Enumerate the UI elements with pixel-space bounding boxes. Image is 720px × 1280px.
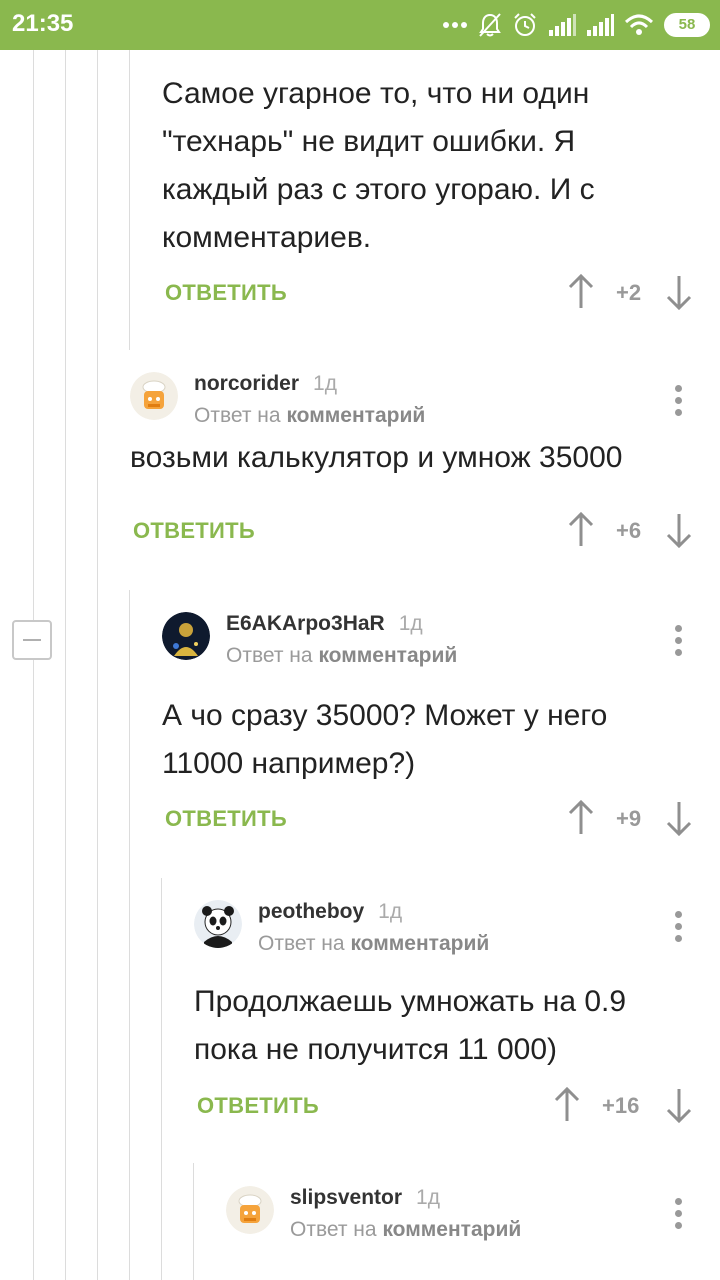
more-options-icon[interactable]: [673, 1198, 683, 1232]
reply-to-prefix: Ответ на: [290, 1218, 377, 1241]
comment-meta: norcorider 1д Ответ на комментарий: [194, 372, 425, 428]
comment-age: 1д: [313, 372, 337, 395]
reply-to-link[interactable]: комментарий: [286, 404, 425, 427]
reply-to-line: Ответ на комментарий: [226, 644, 457, 668]
reply-to-prefix: Ответ на: [194, 404, 281, 427]
author-name[interactable]: slipsventor: [290, 1186, 402, 1209]
comment-age: 1д: [416, 1186, 440, 1209]
collapse-thread-button[interactable]: [12, 620, 52, 660]
upvote-arrow-icon[interactable]: [566, 274, 596, 310]
downvote-arrow-icon[interactable]: [664, 800, 694, 836]
wifi-icon: [624, 14, 654, 35]
reply-to-line: Ответ на комментарий: [290, 1218, 521, 1242]
comment-header: peotheboy 1д Ответ на комментарий: [194, 900, 489, 956]
comment-text: возьми калькулятор и умнож 35000: [130, 441, 623, 474]
reply-to-link[interactable]: комментарий: [318, 644, 457, 667]
thread-line: [193, 1163, 194, 1280]
comment-meta: peotheboy 1д Ответ на комментарий: [258, 900, 489, 956]
author-name[interactable]: peotheboy: [258, 900, 364, 923]
reply-to-link[interactable]: комментарий: [382, 1218, 521, 1241]
more-options-icon[interactable]: [673, 385, 683, 419]
status-bar: 21:35 58: [0, 0, 720, 50]
reply-to-link[interactable]: комментарий: [350, 932, 489, 955]
thread-line: [161, 878, 162, 1280]
signal-icon: [587, 14, 614, 36]
signal-icon: [549, 14, 576, 36]
more-dots-icon: [443, 22, 467, 28]
reply-button[interactable]: ОТВЕТИТЬ: [165, 280, 287, 306]
upvote-arrow-icon[interactable]: [552, 1087, 582, 1123]
reply-button[interactable]: ОТВЕТИТЬ: [197, 1093, 319, 1119]
author-name[interactable]: E6AKArpo3HaR: [226, 612, 385, 635]
thread-line: [33, 660, 34, 1280]
comment-score: +16: [602, 1093, 640, 1118]
comment: возьми калькулятор и умнож 35000: [130, 430, 690, 492]
more-options-icon[interactable]: [673, 625, 683, 659]
comment-header: norcorider 1д Ответ на комментарий: [130, 372, 425, 428]
comment-score: +9: [616, 806, 642, 831]
reply-to-line: Ответ на комментарий: [258, 932, 489, 956]
comment: А чо сразу 35000? Может у него 11000 нап…: [162, 692, 662, 788]
reply-to-line: Ответ на комментарий: [194, 404, 425, 428]
comment: Самое угарное то, что ни один "технарь" …: [162, 70, 662, 262]
comment-score: +6: [616, 518, 642, 543]
downvote-arrow-icon[interactable]: [664, 512, 694, 548]
comment-header: E6AKArpo3HaR 1д Ответ на комментарий: [162, 612, 457, 668]
comment-actions: ОТВЕТИТЬ +6: [0, 510, 720, 550]
more-options-icon[interactable]: [673, 911, 683, 945]
comment-header: slipsventor 1д Ответ на комментарий: [226, 1186, 521, 1242]
comment-score: +2: [616, 280, 642, 305]
default-cook-avatar-icon[interactable]: [130, 372, 178, 420]
comment-meta: slipsventor 1д Ответ на комментарий: [290, 1186, 521, 1242]
comment-actions: ОТВЕТИТЬ +2: [0, 272, 720, 312]
reply-to-prefix: Ответ на: [258, 932, 345, 955]
comment-meta: E6AKArpo3HaR 1д Ответ на комментарий: [226, 612, 457, 668]
comment-actions: ОТВЕТИТЬ +16: [0, 1085, 720, 1125]
comment-actions: ОТВЕТИТЬ +9: [0, 798, 720, 838]
reply-to-prefix: Ответ на: [226, 644, 313, 667]
downvote-arrow-icon[interactable]: [664, 1087, 694, 1123]
author-name[interactable]: norcorider: [194, 372, 299, 395]
reply-button[interactable]: ОТВЕТИТЬ: [165, 806, 287, 832]
upvote-arrow-icon[interactable]: [566, 800, 596, 836]
status-time: 21:35: [12, 10, 74, 37]
comment-text: Самое угарное то, что ни один "технарь" …: [162, 77, 595, 254]
mute-bell-icon: [479, 13, 501, 37]
battery-icon: 58: [664, 13, 710, 37]
alarm-icon: [514, 13, 536, 36]
panda-avatar-icon[interactable]: [194, 900, 242, 948]
upvote-arrow-icon[interactable]: [566, 512, 596, 548]
user-photo-avatar-icon[interactable]: [162, 612, 210, 660]
default-cook-avatar-icon[interactable]: [226, 1186, 274, 1234]
comment-text: Продолжаешь умножать на 0.9 пока не полу…: [194, 985, 627, 1066]
comment-age: 1д: [398, 612, 423, 635]
downvote-arrow-icon[interactable]: [664, 274, 694, 310]
comment-text: А чо сразу 35000? Может у него 11000 нап…: [162, 699, 608, 780]
comment-age: 1д: [378, 900, 403, 923]
status-icons: 58: [442, 10, 710, 40]
thread-line: [129, 590, 130, 1280]
reply-button[interactable]: ОТВЕТИТЬ: [133, 518, 255, 544]
comment: Продолжаешь умножать на 0.9 пока не полу…: [194, 978, 694, 1074]
